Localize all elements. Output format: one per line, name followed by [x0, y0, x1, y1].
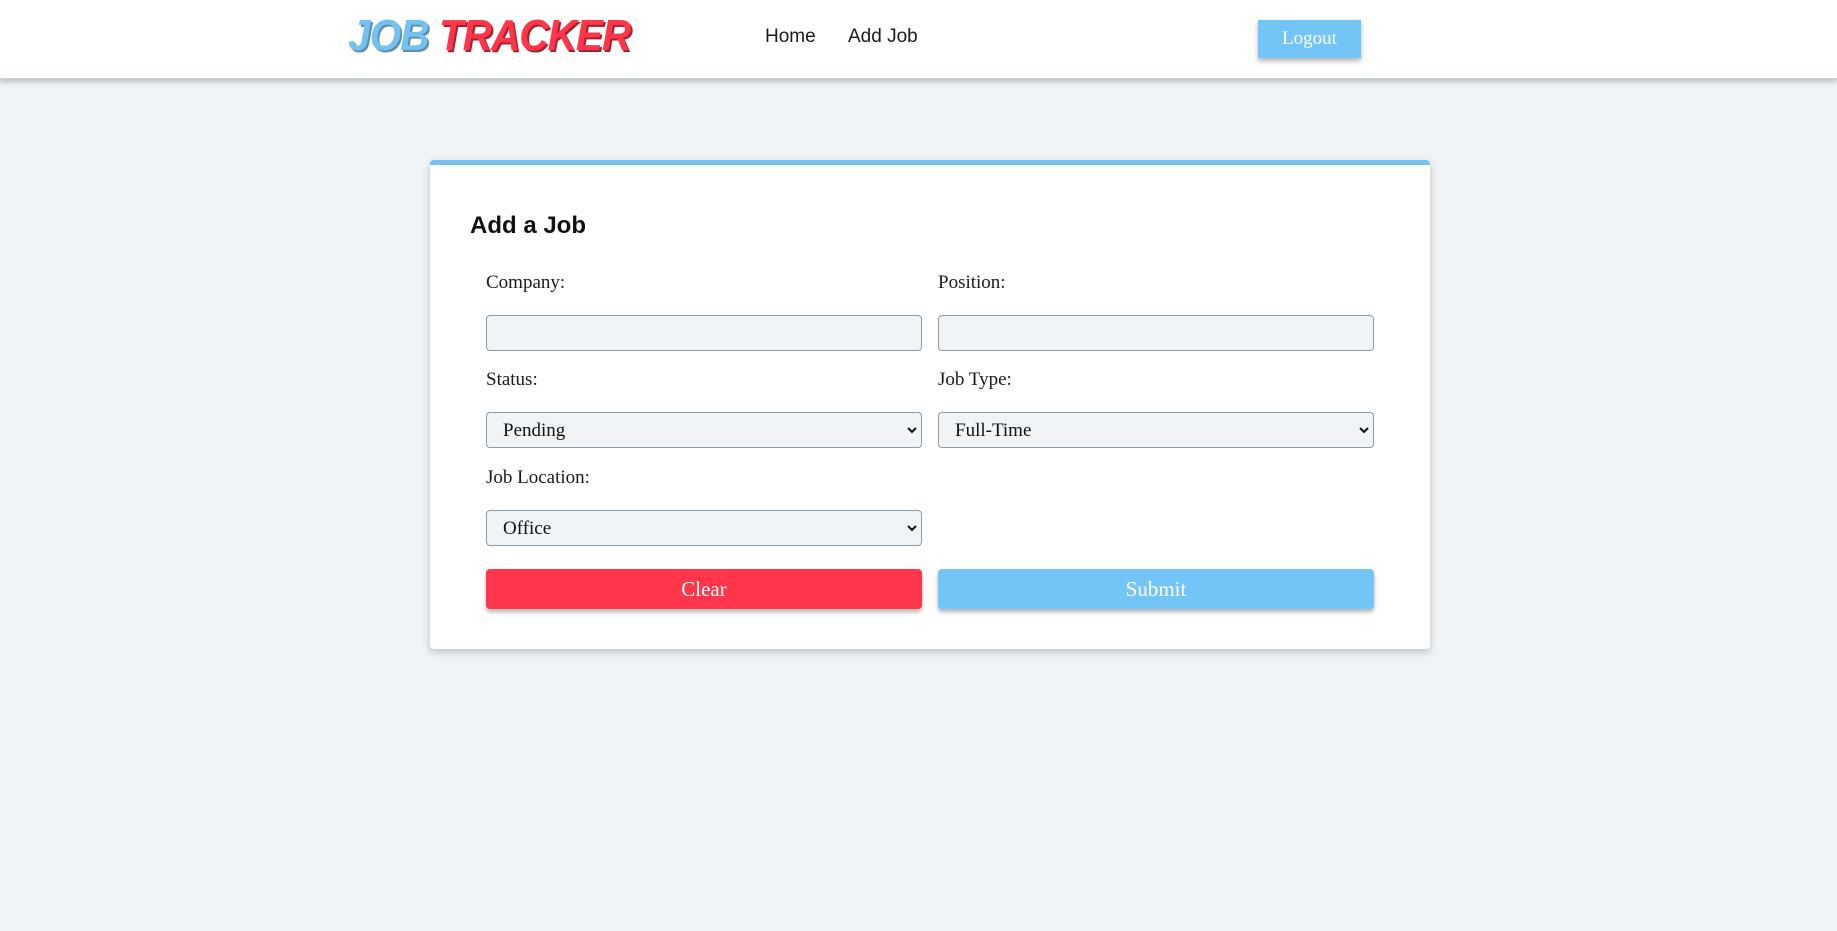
add-job-card: Add a Job Company: Position: Status: Pen…: [430, 160, 1430, 649]
job-location-select[interactable]: Office: [486, 510, 922, 546]
form-title: Add a Job: [470, 212, 587, 239]
nav-link-home[interactable]: Home: [765, 26, 816, 48]
logout-button[interactable]: Logout: [1258, 20, 1361, 58]
status-label: Status:: [486, 369, 538, 390]
status-select[interactable]: Pending: [486, 412, 922, 448]
job-type-label: Job Type:: [938, 369, 1012, 390]
navbar: JOB TRACKER Home Add Job Logout: [0, 0, 1837, 79]
nav-link-add-job[interactable]: Add Job: [848, 26, 918, 48]
clear-button[interactable]: Clear: [486, 569, 922, 609]
logo-text-tracker: TRACKER: [438, 11, 631, 60]
submit-button[interactable]: Submit: [938, 569, 1374, 609]
position-label: Position:: [938, 272, 1006, 293]
company-input[interactable]: [486, 315, 922, 351]
logo-text-job: JOB: [348, 11, 429, 60]
job-location-label: Job Location:: [486, 467, 590, 488]
company-label: Company:: [486, 272, 566, 293]
job-type-select[interactable]: Full-Time: [938, 412, 1374, 448]
position-input[interactable]: [938, 315, 1374, 351]
app-logo[interactable]: JOB TRACKER: [348, 10, 631, 62]
